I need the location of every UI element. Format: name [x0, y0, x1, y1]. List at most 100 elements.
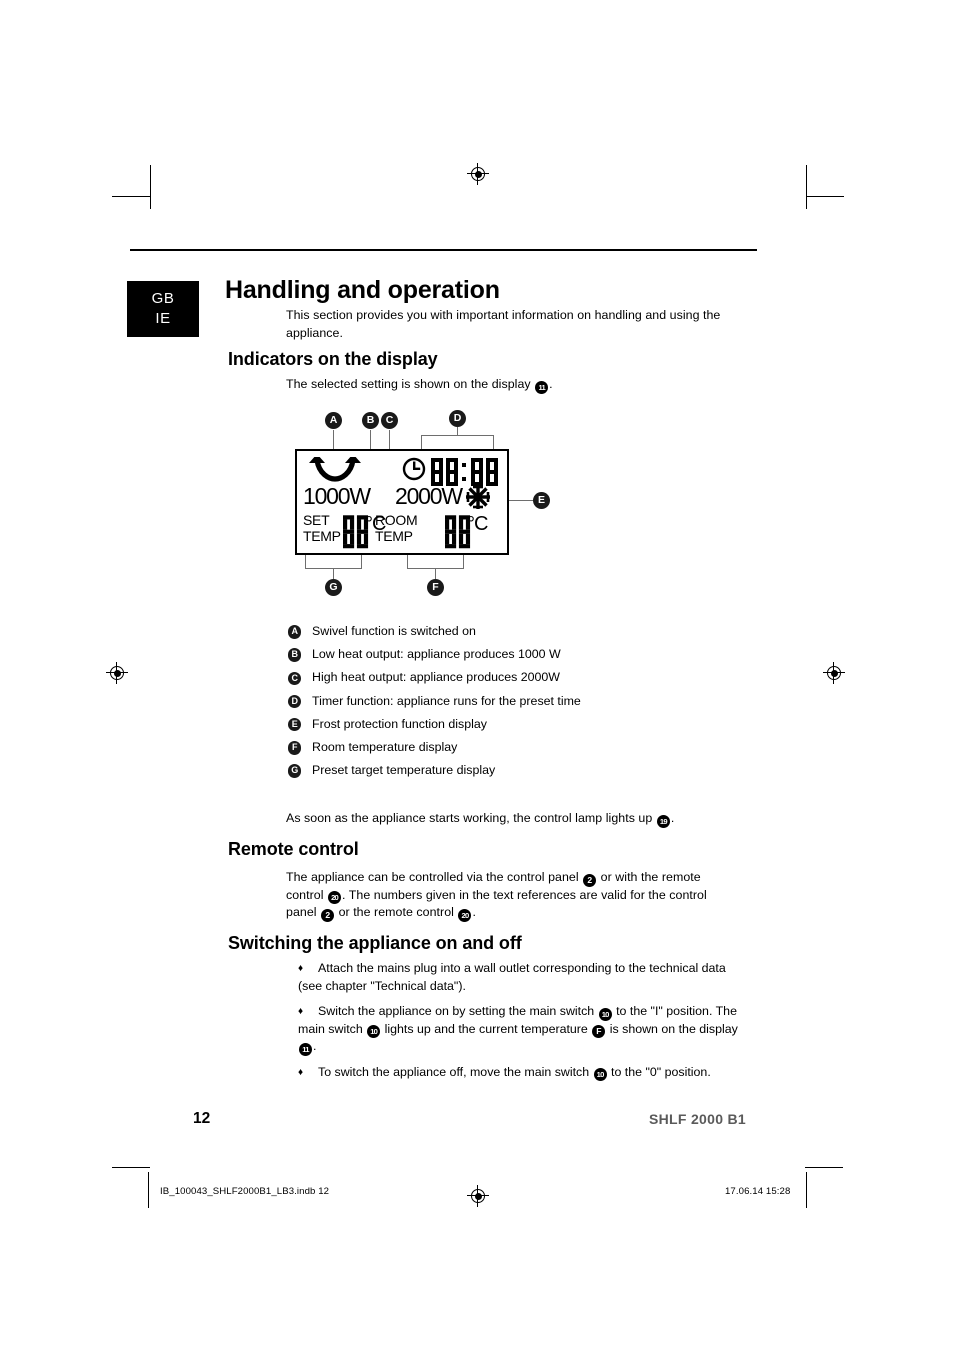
bullet3-seg-2: to the "0" position.: [611, 1064, 711, 1079]
lcd-panel: 1000W 2000W SET TEMP °C ROOM TEMP °C: [295, 449, 509, 555]
crop-mark-bottom-left: [148, 1172, 150, 1208]
control-lamp-period: .: [670, 811, 675, 825]
inline-ref-11: 11: [535, 380, 549, 394]
legend-badge-f: F: [288, 741, 302, 755]
legend-item-e: E Frost protection function display: [288, 713, 748, 736]
leader-bracket-f-left: [407, 555, 409, 569]
inline-ref-11-b: 11: [299, 1042, 312, 1056]
header-divider: [130, 249, 757, 251]
registration-target-left: [106, 662, 128, 684]
legend-badge-g: G: [288, 764, 302, 778]
set-temp-label: SET TEMP: [303, 512, 341, 544]
legend-text-e: Frost protection function display: [312, 716, 487, 731]
inline-ref-2-b: 2: [321, 908, 335, 922]
model-name: SHLF 2000 B1: [649, 1111, 746, 1127]
inline-ref-10-c: 10: [593, 1068, 607, 1082]
intro-line-2: appliance.: [286, 325, 343, 340]
legend-text-a: Swivel function is switched on: [312, 624, 476, 638]
bullet2-seg-5: .: [313, 1039, 317, 1054]
legend-badge-c: C: [288, 671, 302, 685]
registration-target-right: [823, 662, 845, 684]
remote-seg-5: .: [472, 905, 476, 920]
language-tab-gb: GB: [151, 289, 175, 307]
legend-text-g: Preset target temperature display: [312, 763, 496, 778]
callout-a: A: [325, 412, 342, 429]
legend-item-f: F Room temperature display: [288, 736, 748, 759]
language-tab: GB IE: [127, 281, 199, 337]
bullet-marker-3: ♦: [298, 1066, 304, 1078]
leader-line-f: [435, 568, 437, 579]
snowflake-icon: [465, 484, 491, 515]
indesign-filename: IB_100043_SHLF2000B1_LB3.indb 12: [160, 1186, 330, 1197]
bullet2-seg-1: Switch the appliance on by setting the m…: [318, 1004, 595, 1019]
indicators-intro-period: .: [549, 377, 553, 391]
legend-item-b: B Low heat output: appliance produces 10…: [288, 643, 748, 666]
crop-mark-bottom-right: [806, 1172, 808, 1208]
clock-icon: [402, 457, 426, 486]
callout-d: D: [449, 410, 466, 427]
language-tab-ie: IE: [155, 310, 171, 327]
legend-text-d: Timer function: appliance runs for the p…: [312, 693, 581, 708]
control-lamp-text: As soon as the appliance starts working,…: [286, 811, 653, 825]
intro-line-1: This section provides you with important…: [286, 308, 721, 322]
room-temp-label: ROOM TEMP: [375, 512, 418, 544]
indicators-intro-text: The selected setting is shown on the dis…: [286, 377, 531, 391]
bullet-text-3: To switch the appliance off, move the ma…: [318, 1064, 711, 1082]
bullet-text-2: Switch the appliance on by setting the m…: [298, 1004, 738, 1056]
leader-line-d: [457, 427, 459, 436]
section-heading-switching: Switching the appliance on and off: [228, 933, 522, 953]
legend-list: A Swivel function is switched on B Low h…: [288, 620, 748, 782]
page-number: 12: [193, 1110, 211, 1127]
bullet-marker-2: ♦: [298, 1006, 304, 1018]
leader-line-g: [333, 568, 335, 579]
lcd-display-diagram: A B C D E F G 1000W 2000W SET TEMP °C RO…: [290, 402, 580, 602]
remote-seg-4: or the remote control: [338, 905, 454, 920]
callout-f: F: [427, 579, 444, 596]
bullet-item-2: ♦ Switch the appliance on by setting the…: [298, 1003, 748, 1056]
room-temp-label-line2: TEMP: [375, 527, 413, 544]
inline-ref-f: F: [592, 1025, 606, 1039]
switching-bullet-list: ♦ Attach the mains plug into a wall outl…: [298, 960, 748, 1090]
section-heading-remote: Remote control: [228, 839, 359, 859]
set-temp-label-line2: TEMP: [303, 527, 341, 544]
page-title: Handling and operation: [225, 276, 500, 304]
remote-seg-1: The appliance can be controlled via the …: [286, 870, 579, 884]
bullet3-seg-1: To switch the appliance off, move the ma…: [318, 1064, 590, 1079]
registration-target-top: [467, 163, 489, 185]
crop-rule-top-left: [112, 196, 150, 197]
lcd-temperature-row: SET TEMP °C ROOM TEMP °C: [303, 512, 509, 555]
room-temp-unit: °C: [467, 513, 488, 535]
inline-ref-19: 19: [656, 814, 670, 828]
control-lamp-paragraph: As soon as the appliance starts working,…: [286, 810, 746, 828]
crop-rule-bottom-left: [112, 1167, 150, 1169]
bullet2-seg-3: lights up and the current temperature: [384, 1021, 588, 1036]
bullet-item-1: ♦ Attach the mains plug into a wall outl…: [298, 960, 748, 995]
print-timestamp: 17.06.14 15:28: [725, 1186, 791, 1197]
bullet2-seg-4: is shown on the display: [609, 1021, 738, 1036]
legend-badge-a: A: [288, 625, 302, 639]
legend-item-a: A Swivel function is switched on: [288, 620, 748, 643]
leader-bracket-g-right: [361, 555, 363, 569]
registration-target-bottom: [467, 1185, 489, 1207]
inline-ref-20-a: 20: [328, 891, 342, 905]
wattage-low-label: 1000W: [303, 483, 371, 509]
remote-control-paragraph: The appliance can be controlled via the …: [286, 869, 714, 922]
legend-text-b: Low heat output: appliance produces 1000…: [312, 647, 561, 662]
crop-rule-bottom-right: [805, 1167, 843, 1169]
wattage-high-label: 2000W: [395, 483, 463, 509]
inline-ref-10-b: 10: [367, 1025, 381, 1039]
callout-g: G: [325, 579, 342, 596]
crop-mark-top-left: [150, 165, 151, 209]
legend-text-f: Room temperature display: [312, 739, 458, 754]
crop-rule-top-right: [806, 196, 844, 197]
callout-b: B: [362, 412, 379, 429]
legend-item-d: D Timer function: appliance runs for the…: [288, 690, 748, 713]
legend-text-c: High heat output: appliance produces 200…: [312, 670, 560, 685]
callout-c: C: [381, 412, 398, 429]
crop-mark-top-right: [806, 165, 807, 209]
legend-badge-b: B: [288, 648, 302, 662]
inline-ref-10-a: 10: [598, 1007, 612, 1021]
bullet-item-3: ♦ To switch the appliance off, move the …: [298, 1064, 748, 1082]
legend-badge-e: E: [288, 717, 302, 732]
leader-bracket-f-right: [463, 555, 465, 569]
